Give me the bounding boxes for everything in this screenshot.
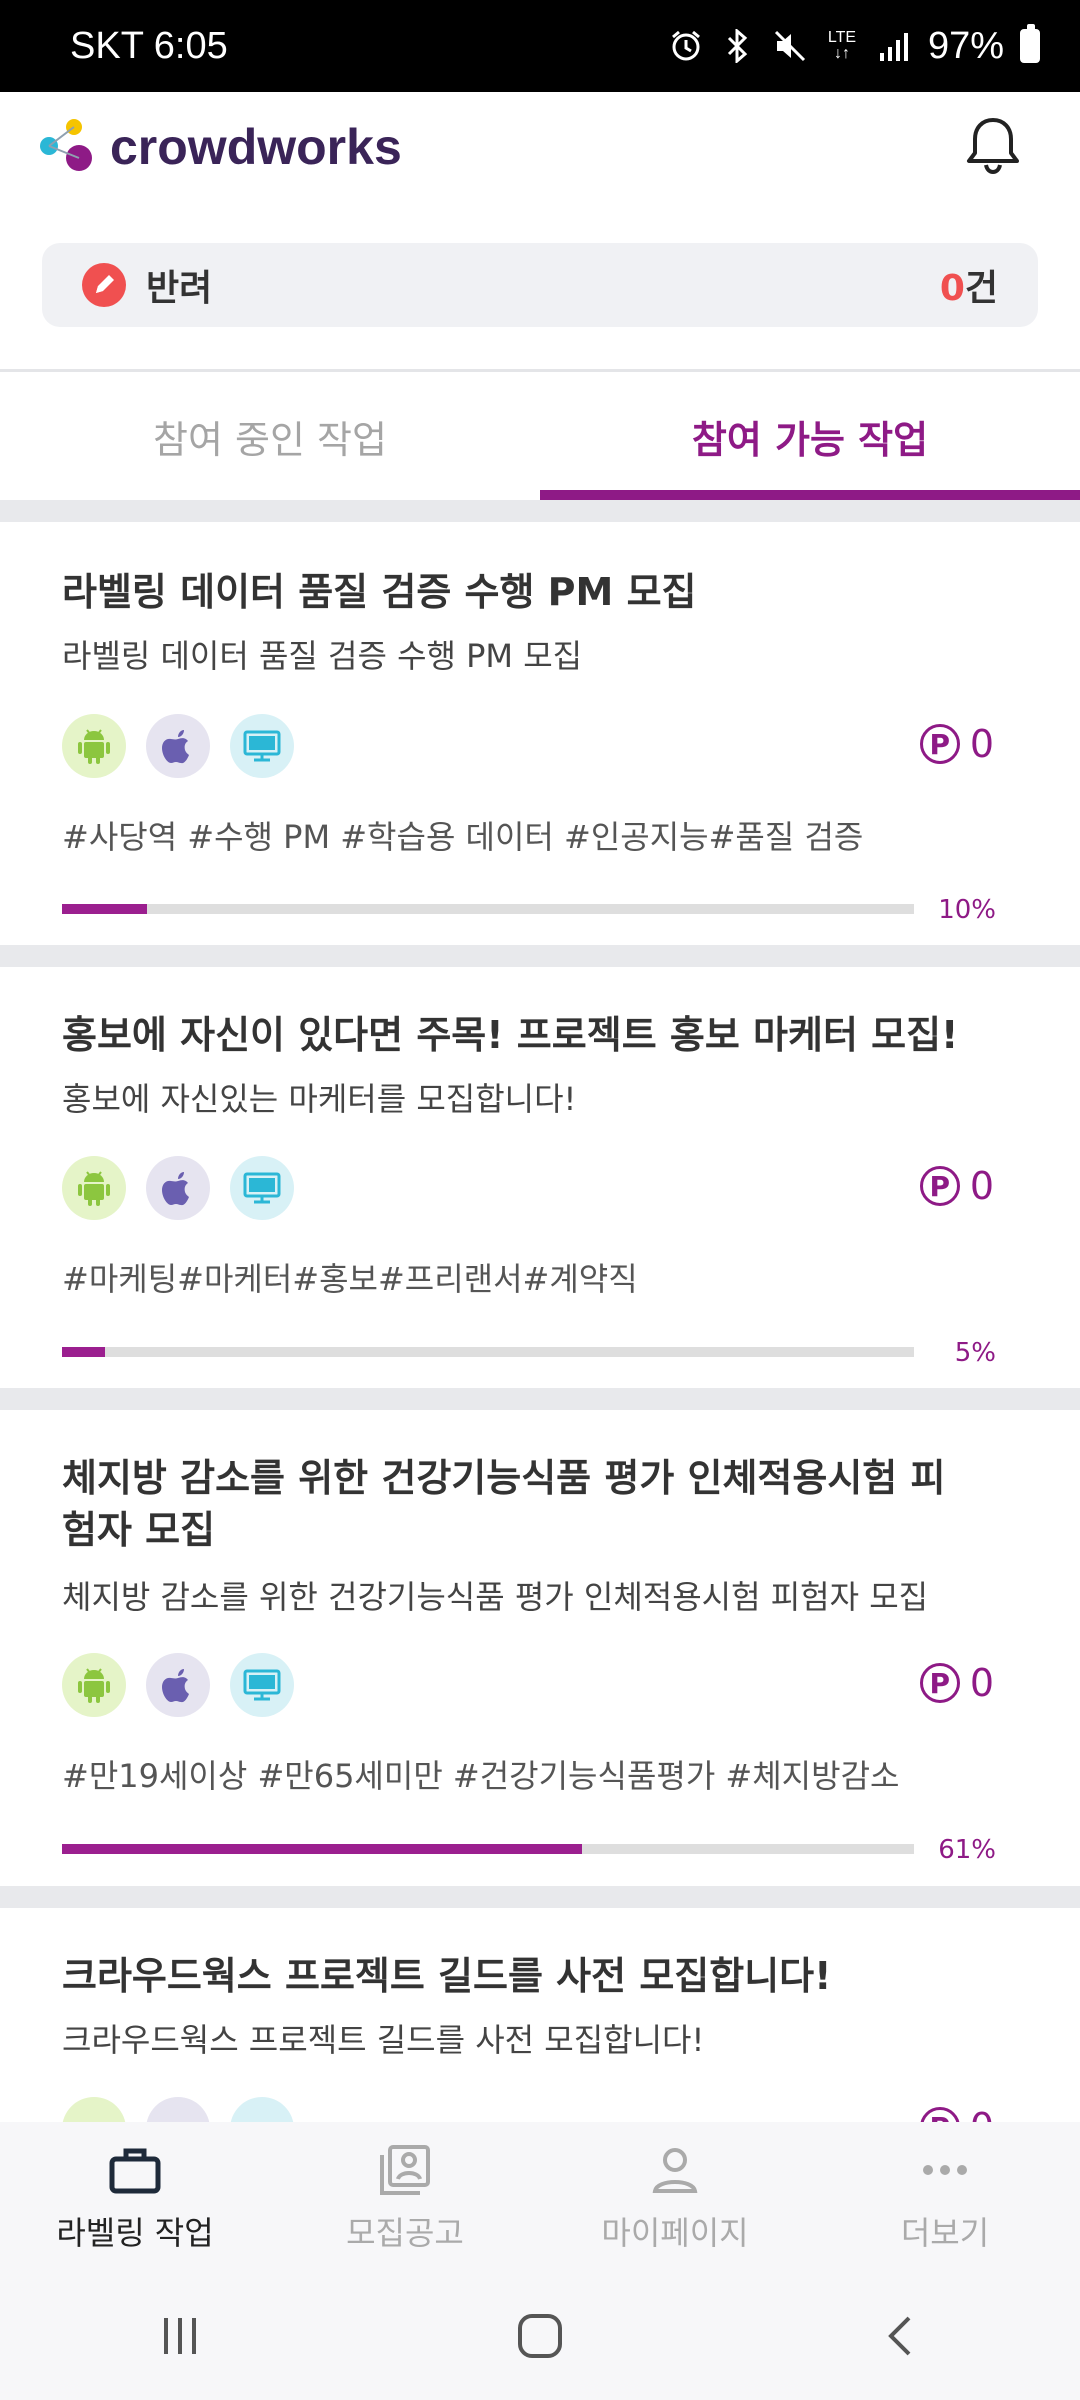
tab-available[interactable]: 참여 가능 작업 xyxy=(540,372,1080,500)
android-icon xyxy=(62,1156,126,1220)
battery-icon xyxy=(1020,24,1040,63)
project-card[interactable]: 라벨링 데이터 품질 검증 수행 PM 모집 라벨링 데이터 품질 검증 수행 … xyxy=(0,522,1080,945)
progress-percent: 61% xyxy=(938,1835,996,1865)
progress-fill xyxy=(62,1844,582,1854)
recent-apps-icon[interactable] xyxy=(140,2296,220,2376)
reject-label: 반려 xyxy=(146,268,213,309)
progress-fill xyxy=(62,1347,105,1357)
platform-icons xyxy=(62,1156,294,1220)
nav-label: 마이페이지 xyxy=(601,2214,749,2252)
progress-percent: 5% xyxy=(954,1338,996,1368)
reject-count: 0건 xyxy=(940,259,998,311)
lte-label: LTE xyxy=(827,29,857,46)
card-separator xyxy=(0,1388,1080,1410)
status-time: SKT 6:05 xyxy=(70,24,228,67)
point-value: 0 xyxy=(969,1164,994,1208)
nav-mypage[interactable]: 마이페이지 xyxy=(540,2122,810,2272)
lte-icon: LTE ↓↑ xyxy=(824,26,860,66)
desktop-icon xyxy=(230,714,294,778)
android-icon xyxy=(62,1653,126,1717)
reject-count-unit: 건 xyxy=(964,268,998,309)
point-value: 0 xyxy=(969,722,994,766)
home-icon[interactable] xyxy=(500,2296,580,2376)
project-card[interactable]: 체지방 감소를 위한 건강기능식품 평가 인체적용시험 피험자 모집 체지방 감… xyxy=(0,1410,1080,1886)
desktop-icon xyxy=(230,1653,294,1717)
status-icons: LTE ↓↑ 97% xyxy=(668,24,1040,68)
project-subtitle: 홍보에 자신있는 마케터를 모집합니다! xyxy=(62,1080,577,1118)
project-tags: #만19세이상 #만65세미만 #건강기능식품평가 #체지방감소 xyxy=(62,1757,900,1795)
person-icon xyxy=(645,2140,705,2200)
battery-percent: 97% xyxy=(927,24,1004,67)
project-points: P 0 xyxy=(919,1164,994,1208)
nav-label: 모집공고 xyxy=(346,2214,464,2252)
project-subtitle: 체지방 감소를 위한 건강기능식품 평가 인체적용시험 피험자 모집 xyxy=(62,1578,929,1616)
mute-icon xyxy=(772,26,808,66)
nav-more[interactable]: 더보기 xyxy=(810,2122,1080,2272)
signal-icon xyxy=(876,26,912,66)
apple-icon xyxy=(146,714,210,778)
logo-mark-icon xyxy=(40,119,100,175)
apple-icon xyxy=(146,1653,210,1717)
point-value: 0 xyxy=(969,1661,994,1705)
nav-label: 더보기 xyxy=(900,2214,990,2252)
project-title: 라벨링 데이터 품질 검증 수행 PM 모집 xyxy=(62,570,697,614)
crowdworks-logo[interactable]: crowdworks xyxy=(40,118,402,176)
progress-fill xyxy=(62,904,148,914)
reject-count-number: 0 xyxy=(939,268,965,309)
progress-bar xyxy=(62,904,914,914)
android-icon xyxy=(62,714,126,778)
briefcase-icon xyxy=(105,2140,165,2200)
project-points: P 0 xyxy=(919,1661,994,1705)
tabs-separator xyxy=(0,500,1080,522)
pencil-icon xyxy=(82,263,126,307)
nav-labeling-tasks[interactable]: 라벨링 작업 xyxy=(0,2122,270,2272)
system-navigation xyxy=(0,2272,1080,2400)
more-icon xyxy=(915,2140,975,2200)
reject-summary[interactable]: 반려 0건 xyxy=(42,243,1038,327)
alarm-icon xyxy=(668,26,704,66)
project-card[interactable]: 홍보에 자신이 있다면 주목! 프로젝트 홍보 마케터 모집! 홍보에 자신있는… xyxy=(0,967,1080,1388)
apple-icon xyxy=(146,1156,210,1220)
project-title: 크라우드웍스 프로젝트 길드를 사전 모집합니다! xyxy=(62,1954,832,1998)
logo-text: crowdworks xyxy=(110,119,402,175)
project-subtitle: 라벨링 데이터 품질 검증 수행 PM 모집 xyxy=(62,637,583,675)
point-icon: P xyxy=(919,1663,960,1703)
app-header: crowdworks xyxy=(0,92,1080,242)
platform-icons xyxy=(62,714,294,778)
task-tabs: 참여 중인 작업 참여 가능 작업 xyxy=(0,372,1080,500)
project-tags: #마케팅#마케터#홍보#프리랜서#계약직 xyxy=(62,1260,638,1298)
nav-recruitment[interactable]: 모집공고 xyxy=(270,2122,540,2272)
gallery-icon xyxy=(375,2140,435,2200)
card-separator xyxy=(0,1886,1080,1908)
card-separator xyxy=(0,945,1080,967)
project-subtitle: 크라우드웍스 프로젝트 길드를 사전 모집합니다! xyxy=(62,2021,705,2059)
app-screen: SKT 6:05 LTE ↓↑ 97% crowdworks 반려 0건 참여 … xyxy=(0,0,1080,2400)
tab-participating[interactable]: 참여 중인 작업 xyxy=(0,372,540,500)
progress-bar xyxy=(62,1844,914,1854)
point-icon: P xyxy=(919,724,960,764)
project-tags: #사당역 #수행 PM #학습용 데이터 #인공지능#품질 검증 xyxy=(62,818,864,856)
desktop-icon xyxy=(230,1156,294,1220)
bluetooth-icon xyxy=(720,26,756,66)
back-icon[interactable] xyxy=(860,2296,940,2376)
project-points: P 0 xyxy=(919,722,994,766)
notification-bell-icon[interactable] xyxy=(958,110,1028,180)
project-title: 체지방 감소를 위한 건강기능식품 평가 인체적용시험 피험자 모집 xyxy=(62,1456,946,1552)
bottom-navigation: 라벨링 작업 모집공고 마이페이지 더보기 xyxy=(0,2122,1080,2272)
status-bar: SKT 6:05 LTE ↓↑ 97% xyxy=(0,0,1080,92)
data-arrows-icon: ↓↑ xyxy=(833,45,850,62)
progress-percent: 10% xyxy=(938,895,996,925)
platform-icons xyxy=(62,1653,294,1717)
project-title: 홍보에 자신이 있다면 주목! 프로젝트 홍보 마케터 모집! xyxy=(62,1013,959,1057)
progress-bar xyxy=(62,1347,914,1357)
point-icon: P xyxy=(919,1166,960,1206)
nav-label: 라벨링 작업 xyxy=(56,2214,214,2252)
